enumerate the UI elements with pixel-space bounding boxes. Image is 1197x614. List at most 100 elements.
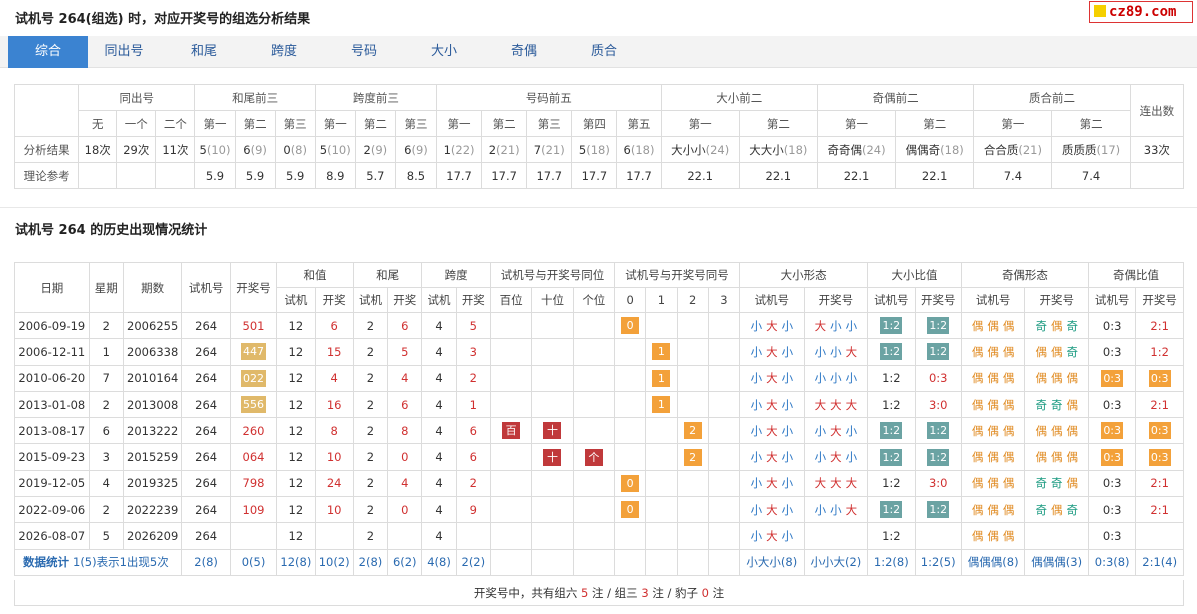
same-pos-cell: 个 [572,443,615,471]
test-cell: 264 [181,338,231,366]
form-char: 偶 [1066,397,1078,412]
subhead-cell: 无 [78,110,118,137]
form-char: 偶 [1066,423,1078,438]
bs-ratio-test: 1:2 [867,443,916,471]
subhead-cell: 第三 [526,110,573,137]
tail-draw-cell: 8 [387,417,423,445]
analysis-table: 同出号 和尾前三 跨度前三 号码前五 大小前二 奇偶前二 质合前二 连出数 无一… [13,84,1185,189]
stats-row: 数据统计 1(5)表示1出现5次 2(8) 0(5) 12(8) 10(2) 2(8) 6(2… [13,548,1184,576]
same-pos-badge: 十 [543,448,562,466]
group-header: 同出号 [78,84,196,111]
test-cell: 264 [181,311,231,340]
ratio-value: 0:3 [1148,369,1171,387]
tab-prime-composite[interactable]: 质合 [564,36,644,68]
col-date: 日期 [14,262,90,313]
tail-test-cell: 2 [352,364,389,392]
tail-test-cell: 2 [352,443,389,471]
form-char: 奇 [1035,397,1047,412]
form-char: 偶 [1066,450,1078,465]
result-value: 33次 [1143,142,1170,157]
bs-form-draw: 小小大 [803,496,869,524]
bs-form-draw: 小大小 [803,443,869,471]
form-char: 偶 [1002,450,1015,465]
result-cell: 合合质(21) [973,136,1053,163]
sum-test-cell: 12 [276,338,316,366]
same-num-badge: 1 [652,369,671,387]
history-table: 日期 星期 期数 试机号 开奖号 和值 和尾 跨度 试机号与开奖号同位 试机号与… [13,262,1185,576]
bs-ratio-test: 1:2 [867,522,916,550]
same-pos-cell [489,496,533,524]
result-count: (10) [327,142,351,157]
result-count: (18) [586,142,610,157]
bs-form-draw: 小小小 [803,364,869,392]
section-divider [0,207,1197,208]
bs-form-test: 小大小 [739,311,805,340]
summary-count-leopard: 0 [701,586,709,600]
form-char: 偶 [987,529,999,544]
sum-test-cell: 12 [276,417,316,445]
table-row: 2022-09-06 2 2022239 264 109 12 10 2 0 4 9 0 小大小小小大 1… [14,496,1184,524]
draw-cell: 109 [229,496,278,524]
tab-overview[interactable]: 综合 [8,36,88,68]
form-char: 大 [830,476,842,491]
bs-ratio-draw: 1:2 [914,338,962,366]
same-num-cell [707,364,741,392]
result-cell: 0(8) [274,136,316,163]
form-char: 偶 [1050,344,1063,359]
same-num-badge: 2 [683,448,702,466]
same-num-cell [676,496,709,524]
form-char: 偶 [1002,423,1015,438]
result-count: (18) [630,142,655,157]
result-count: (9) [370,142,388,157]
sum-draw-cell: 8 [314,417,354,445]
subhead-cell: 3 [707,287,741,313]
form-char: 大 [830,450,842,465]
draw-cell [229,522,278,550]
week-cell: 2 [88,496,124,524]
tab-same-numbers[interactable]: 同出号 [84,36,164,68]
ratio-value: 2:1 [1150,397,1169,412]
result-count: (24) [861,142,886,157]
same-pos-cell [531,311,574,340]
oe-ratio-test: 0:3 [1087,496,1137,524]
form-char: 小 [781,450,794,465]
stats-cell: 1:2(5) [914,548,962,576]
form-char: 小 [845,450,858,465]
result-cell: 奇奇偶(24) [816,136,897,163]
same-num-cell [676,311,709,340]
test-cell: 264 [181,443,231,471]
tail-draw-cell [387,522,423,550]
oe-ratio-test: 0:3 [1087,364,1137,392]
stats-cell: 小大小(8) [739,548,805,576]
same-num-badge: 0 [621,474,640,492]
form-char: 偶 [1035,423,1047,438]
tail-draw-cell: 6 [387,390,423,419]
stats-cell [572,548,615,576]
site-logo[interactable]: cz89.com [1089,1,1193,23]
date-cell: 2019-12-05 [14,469,90,498]
form-char: 偶 [1002,502,1015,517]
tab-odd-even[interactable]: 奇偶 [484,36,564,68]
form-char: 大 [845,502,858,517]
form-char: 小 [830,371,842,386]
bs-ratio-test: 1:2 [867,338,916,366]
form-char: 奇 [1066,502,1078,517]
oe-form-test: 偶偶偶 [960,522,1026,550]
oe-ratio-test: 0:3 [1087,469,1137,498]
bs-form-test: 小大小 [739,364,805,392]
date-cell: 2006-09-19 [14,311,90,340]
tail-test-cell: 2 [352,522,389,550]
tab-numbers[interactable]: 号码 [324,36,404,68]
result-cell: 6(9) [394,136,438,163]
result-cell: 7(21) [526,136,573,163]
tab-big-small[interactable]: 大小 [404,36,484,68]
same-num-badge: 1 [652,396,671,414]
tab-sum-tail[interactable]: 和尾 [164,36,244,68]
form-char: 小 [845,318,858,333]
tab-span[interactable]: 跨度 [244,36,324,68]
same-num-cell [613,390,647,419]
stats-cell: 4(8) [421,548,457,576]
theory-cell: 7.4 [1051,162,1131,189]
form-char: 偶 [1050,450,1063,465]
subhead-cell: 开奖号 [1135,287,1184,313]
